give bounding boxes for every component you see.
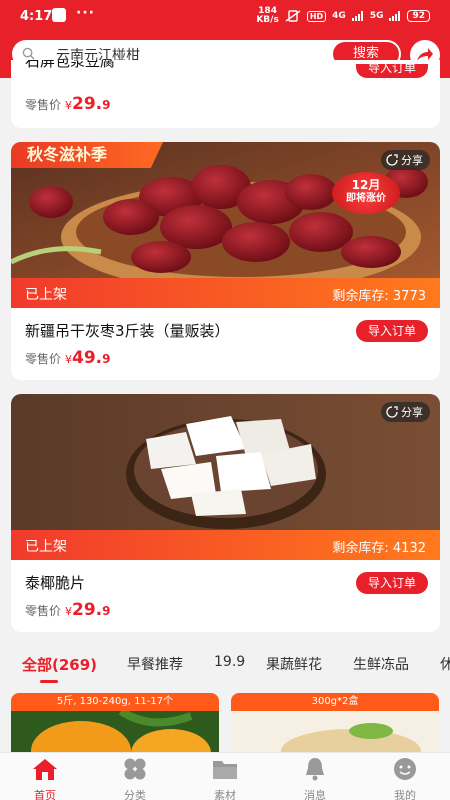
category-icon [124,758,146,780]
status-time: 4:17 [20,9,53,24]
vibrate-off-icon [285,10,301,22]
import-order-button[interactable]: 导入订单 [356,572,428,594]
stock-info: 剩余库存: 3773 [332,285,426,304]
currency-symbol: ¥ [65,99,73,112]
tab-breakfast[interactable]: 早餐推荐 [127,654,183,674]
promo-banner: 秋冬滋补季 [11,142,163,168]
bell-icon [306,758,324,781]
stock-label: 剩余库存: [332,541,389,556]
price-label: 零售价 [25,604,62,618]
product-card[interactable]: 秋冬滋补季 12月 即将涨价 分享 已上架 剩余库存: 3773 新疆吊干灰枣3… [11,142,440,380]
product-image-oranges [11,711,219,753]
bottom-nav: 首页 分类 素材 消息 我的 [0,752,450,800]
preview-label: 5斤, 130-240g, 11-17个 [11,693,219,711]
battery-icon: 92 [407,10,430,22]
preview-label: 300g*2盒 [231,693,439,711]
share-label: 分享 [401,154,423,167]
product-name: 泰椰脆片 [25,574,86,592]
stock-value: 4132 [392,541,426,556]
tab-more[interactable]: 休 [440,654,450,674]
product-name: 新疆吊干灰枣3斤装（量贩装） [25,322,230,340]
price-decimal: 9 [102,352,111,366]
stock-info: 剩余库存: 4132 [332,537,426,556]
stock-bar: 已上架 剩余库存: 3773 [11,278,440,308]
nav-profile[interactable]: 我的 [375,756,435,800]
price-row: 零售价 ¥29.9 [25,600,111,620]
price-decimal: 9 [102,604,111,618]
currency-symbol: ¥ [65,353,73,366]
product-name: 石屏包浆豆腐 [25,60,116,70]
share-pill[interactable]: 分享 [381,402,430,422]
stock-value: 3773 [392,289,426,304]
nav-material[interactable]: 素材 [195,756,255,800]
share-icon [386,406,398,418]
category-tabs: 全部(269) 早餐推荐 19.9 果蔬鲜花 生鲜冻品 休 [0,648,450,684]
folder-icon [213,761,237,779]
notification-icon [52,8,66,22]
share-label: 分享 [401,406,423,419]
product-card[interactable]: 分享 已上架 剩余库存: 4132 泰椰脆片 导入订单 零售价 ¥29.9 [11,394,440,632]
product-image-food [231,711,439,753]
profile-face-icon [394,758,416,780]
status-icons: 184 KB/s HD 4G 5G 92 [256,7,430,25]
tab-fruits-flowers[interactable]: 果蔬鲜花 [266,654,322,674]
price-integer: 29. [72,94,103,114]
share-pill[interactable]: 分享 [381,150,430,170]
tab-all[interactable]: 全部(269) [22,654,97,675]
currency-symbol: ¥ [65,605,73,618]
nav-label: 首页 [34,789,56,800]
nav-home[interactable]: 首页 [15,756,75,800]
price-row: 零售价 ¥49.9 [25,348,111,368]
tab-19-9[interactable]: 19.9 [214,654,245,670]
nav-category[interactable]: 分类 [105,756,165,800]
nav-label: 分类 [124,789,146,800]
signal-bars-icon [351,11,363,21]
share-icon [386,154,398,166]
price-integer: 49. [72,348,103,368]
product-preview[interactable]: 5斤, 130-240g, 11-17个 [11,693,219,753]
status-label: 已上架 [25,287,67,303]
status-bar: 4:17 ··· 184 KB/s HD 4G 5G 92 [0,0,450,32]
nav-label: 消息 [304,789,326,800]
stock-bar: 已上架 剩余库存: 4132 [11,530,440,560]
signal-4g: 4G [332,11,346,21]
badge-month: 12月 [351,178,381,192]
nav-label: 素材 [214,789,236,800]
price-rise-badge: 12月 即将涨价 [332,172,400,214]
product-image-coconut-chips[interactable] [11,394,440,530]
import-order-button[interactable]: 导入订单 [356,320,428,342]
price-label: 零售价 [25,98,62,112]
nav-messages[interactable]: 消息 [285,756,345,800]
hd-badge: HD [306,10,327,22]
price-label: 零售价 [25,352,62,366]
net-speed: 184 KB/s [256,7,278,25]
product-card[interactable]: 石屏包浆豆腐 导入订单 零售价 ¥29.9 [11,60,440,128]
home-icon [33,759,57,780]
tab-indicator [40,680,58,683]
status-label: 已上架 [25,539,67,555]
signal-bars-icon [389,11,401,21]
stock-label: 剩余库存: [332,289,389,304]
badge-text: 即将涨价 [346,193,386,204]
tab-fresh-frozen[interactable]: 生鲜冻品 [353,654,409,674]
price-decimal: 9 [102,98,111,112]
product-preview[interactable]: 300g*2盒 [231,693,439,753]
nav-label: 我的 [394,789,416,800]
signal-5g: 5G [369,11,384,21]
net-speed-unit: KB/s [256,15,279,25]
status-more-dots: ··· [76,5,95,21]
search-icon [22,47,35,60]
price-row: 零售价 ¥29.9 [25,94,111,114]
import-order-button[interactable]: 导入订单 [356,62,428,78]
price-integer: 29. [72,600,103,620]
